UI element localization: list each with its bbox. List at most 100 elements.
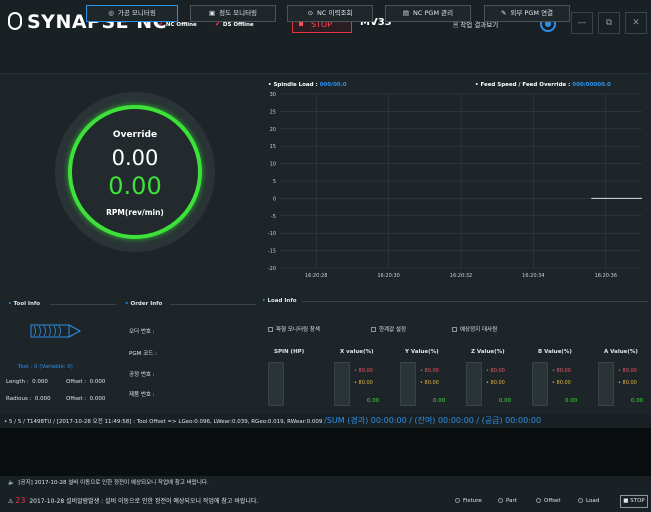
override-value: 0.00 bbox=[111, 146, 159, 170]
b-warn-value: • 80.00 bbox=[552, 380, 571, 386]
x-tick-label: 16:20:34 bbox=[522, 273, 544, 279]
x-tick-label: 16:20:30 bbox=[377, 273, 399, 279]
load-info-title: • Load Info bbox=[262, 298, 297, 304]
tool-number: Tool : 0 (Variable: 0) bbox=[18, 364, 73, 370]
tab-nc-pgm[interactable]: ▤ NC PGM 관리 bbox=[385, 5, 471, 22]
divider bbox=[170, 304, 256, 305]
expected-stop-checkbox[interactable]: 예상정지 대사원 bbox=[452, 325, 497, 333]
tool-offset-length: Offset : 0.000 bbox=[66, 379, 106, 385]
order-info-title: • Order Info bbox=[125, 301, 163, 307]
rpm-value: 0.00 bbox=[108, 172, 162, 200]
z-warn-value: • 80.00 bbox=[486, 380, 505, 386]
y-tick-label: 0 bbox=[273, 196, 276, 202]
tool-drill-icon bbox=[30, 324, 82, 338]
process-number-label: 공정 번호 : bbox=[129, 372, 155, 378]
alarm-count: 23 bbox=[15, 496, 26, 505]
monitor-icon: ◎ bbox=[108, 9, 114, 17]
filter-part-radio[interactable]: Part bbox=[498, 498, 517, 504]
panel-icon: ▣ bbox=[208, 9, 216, 17]
load-col-b: B Value(%) bbox=[538, 349, 572, 355]
x-current-value: 0.00 bbox=[367, 398, 380, 404]
y-tick-label: 15 bbox=[270, 144, 276, 150]
tab-precision-monitor[interactable]: ▣ 정도 모니터링 bbox=[190, 5, 276, 22]
stop-square-icon bbox=[299, 22, 303, 26]
y-tick-label: 10 bbox=[270, 162, 276, 168]
y-tick-label: 20 bbox=[270, 127, 276, 133]
tool-radius: Radious : 0.000 bbox=[6, 396, 51, 402]
alarm-message: 2017-10-28 설비알람발생 : 설비 이동으로 인한 정전이 예상되오니… bbox=[29, 498, 259, 505]
divider bbox=[50, 304, 116, 305]
pgm-code-label: PGM 코드 : bbox=[129, 351, 157, 357]
radio-icon bbox=[536, 498, 541, 503]
load-col-z: Z Value(%) bbox=[471, 349, 505, 355]
a-limit-value: • 80.00 bbox=[618, 368, 637, 374]
y-tick-label: 30 bbox=[270, 92, 276, 98]
order-number-label: 오더 번호 : bbox=[129, 329, 155, 335]
y-warn-value: • 80.00 bbox=[420, 380, 439, 386]
log-area bbox=[0, 428, 651, 476]
load-bar-b bbox=[532, 362, 548, 406]
tab-machining-monitor[interactable]: ◎ 가공 모니터링 bbox=[86, 5, 178, 22]
speaker-icon: 🔈 bbox=[8, 480, 19, 486]
z-limit-value: • 80.00 bbox=[486, 368, 505, 374]
tool-length: Length : 0.000 bbox=[6, 379, 48, 385]
checkbox-icon bbox=[268, 327, 273, 332]
load-col-a: A Value(%) bbox=[604, 349, 638, 355]
tab-external-pgm[interactable]: ✎ 외부 PGM 연결 bbox=[484, 5, 570, 22]
override-label: Override bbox=[112, 130, 158, 140]
load-bar-a bbox=[598, 362, 614, 406]
close-button[interactable]: ✕ bbox=[625, 12, 647, 34]
x-warn-value: • 80.00 bbox=[354, 380, 373, 386]
y-tick-label: -20 bbox=[268, 266, 276, 272]
load-bar-y bbox=[400, 362, 416, 406]
minimize-button[interactable]: — bbox=[571, 12, 593, 34]
waveform-monitor-checkbox[interactable]: 파형 모니터링 창색 bbox=[268, 325, 320, 333]
filter-fixture-radio[interactable]: Fixture bbox=[455, 498, 482, 504]
x-tick-label: 16:20:32 bbox=[450, 273, 472, 279]
y-tick-label: -15 bbox=[268, 249, 276, 255]
load-bar-x bbox=[334, 362, 350, 406]
load-bar-spin bbox=[268, 362, 284, 406]
b-limit-value: • 80.00 bbox=[552, 368, 571, 374]
stop-button[interactable]: ■ STOP bbox=[620, 495, 648, 508]
load-col-spin: SPIN (HP) bbox=[274, 349, 305, 355]
a-warn-value: • 80.00 bbox=[618, 380, 637, 386]
y-tick-label: -10 bbox=[268, 231, 276, 237]
b-current-value: 0.00 bbox=[565, 398, 578, 404]
list-icon: ▤ bbox=[402, 9, 410, 17]
x-limit-value: • 80.00 bbox=[354, 368, 373, 374]
load-bar-z bbox=[466, 362, 482, 406]
tab-nc-history[interactable]: ⊙ NC 이력조회 bbox=[287, 5, 373, 22]
limit-setting-checkbox[interactable]: 한계값 설정 bbox=[371, 325, 406, 333]
y-tick-label: 25 bbox=[270, 109, 276, 115]
checkbox-icon bbox=[452, 327, 457, 332]
logo-icon bbox=[8, 12, 22, 30]
clock-icon: ⊙ bbox=[307, 9, 314, 17]
checkbox-icon bbox=[371, 327, 376, 332]
product-number-label: 제품 번호 : bbox=[129, 392, 155, 398]
tool-offset-radius: Offset : 0.000 bbox=[66, 396, 106, 402]
a-current-value: 0.00 bbox=[631, 398, 644, 404]
filter-offset-radio[interactable]: Offset bbox=[536, 498, 561, 504]
x-tick-label: 16:20:36 bbox=[595, 273, 617, 279]
notice-bar: 🔈 [공지] 2017-10-28 설비 이동으로 인한 정전이 예상되오니 작… bbox=[0, 476, 651, 490]
load-col-x: X value(%) bbox=[340, 349, 374, 355]
y-limit-value: • 80.00 bbox=[420, 368, 439, 374]
restore-button[interactable]: ⧉ bbox=[598, 12, 620, 34]
tab-bar bbox=[0, 46, 651, 74]
y-current-value: 0.00 bbox=[433, 398, 446, 404]
rpm-unit: RPM(rev/min) bbox=[106, 208, 164, 217]
radio-icon bbox=[455, 498, 460, 503]
y-tick-label: 5 bbox=[273, 179, 276, 185]
y-tick-label: -5 bbox=[271, 214, 276, 220]
pencil-icon: ✎ bbox=[500, 9, 507, 17]
tool-info-title: • Tool Info bbox=[8, 301, 41, 307]
divider bbox=[302, 301, 648, 302]
load-chart: 30 25 20 15 10 5 0 -5 -10 -15 -20 16:20:28 16:20:30 1… bbox=[268, 92, 642, 279]
elapsed-summary: /SUM (경과) 00:00:00 / (잔여) 00:00:00 / (공급… bbox=[324, 416, 542, 425]
status-line: • 5 / 5 / T1498TU / [2017-10-28 오전 11:49… bbox=[0, 414, 651, 428]
radio-icon bbox=[578, 498, 583, 503]
z-current-value: 0.00 bbox=[499, 398, 512, 404]
filter-load-radio[interactable]: Load bbox=[578, 498, 599, 504]
load-col-y: Y Value(%) bbox=[405, 349, 439, 355]
